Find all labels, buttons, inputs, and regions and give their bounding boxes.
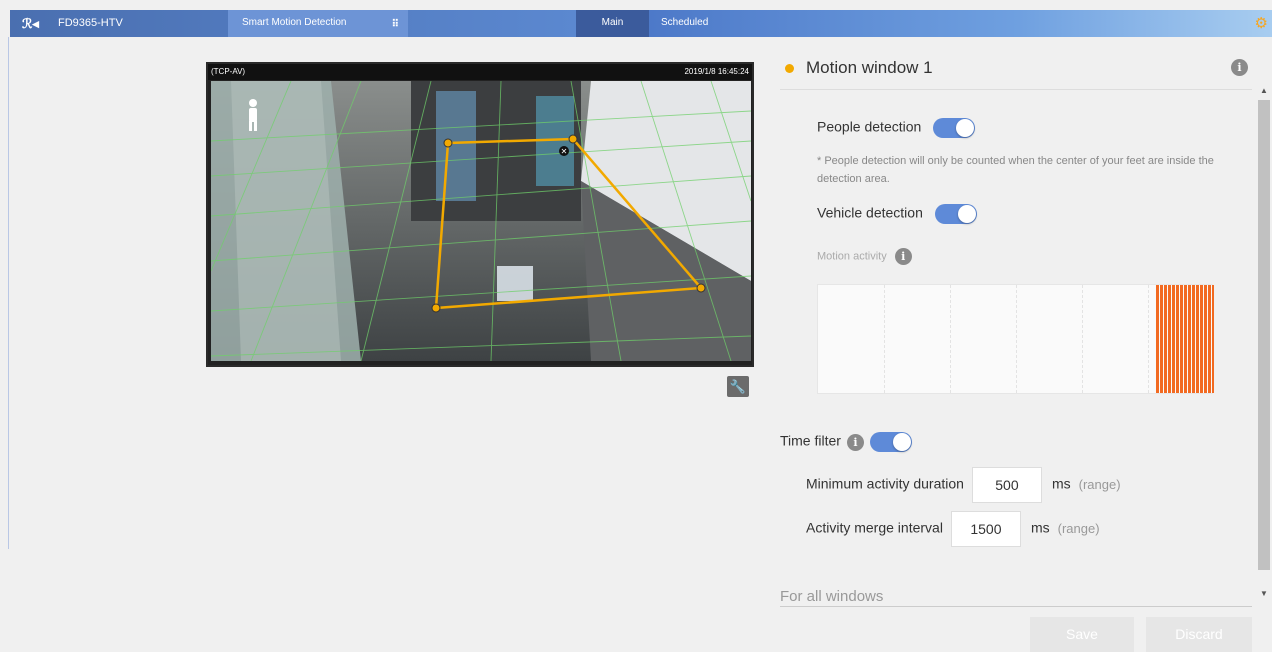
people-detection-toggle[interactable]: [933, 118, 976, 138]
tab-main[interactable]: Main: [576, 10, 649, 37]
activity-bar: [1188, 285, 1191, 393]
activity-gridline: [1016, 285, 1017, 393]
activity-bar: [1184, 285, 1187, 393]
vehicle-detection-toggle[interactable]: [934, 204, 977, 224]
scrollbar-thumb[interactable]: [1258, 100, 1270, 570]
people-detection-label: People detection: [817, 118, 922, 135]
tab-scheduled[interactable]: Scheduled: [649, 10, 724, 37]
time-filter-row: Time filter i: [780, 432, 912, 452]
left-divider: [8, 37, 9, 549]
app-selector[interactable]: Smart Motion Detection ⠿: [228, 10, 408, 37]
min-duration-row: Minimum activity duration ms (range): [806, 467, 1121, 503]
activity-bar: [1172, 285, 1175, 393]
app-name: Smart Motion Detection: [242, 17, 347, 28]
activity-bar: [1164, 285, 1167, 393]
activity-bar: [1208, 285, 1211, 393]
discard-button[interactable]: Discard: [1146, 617, 1252, 652]
min-duration-range: (range): [1078, 476, 1121, 492]
time-filter-label: Time filter: [780, 432, 841, 449]
min-duration-input[interactable]: [971, 467, 1042, 503]
merge-interval-input[interactable]: [950, 511, 1021, 547]
people-detection-note: * People detection will only be counted …: [817, 155, 1214, 185]
info-icon[interactable]: i: [1231, 59, 1248, 76]
motion-activity-label: Motion activity: [817, 250, 887, 263]
activity-bar: [1212, 285, 1214, 393]
merge-interval-range: (range): [1057, 520, 1100, 536]
motion-activity-chart: [817, 284, 1214, 394]
scroll-down-icon[interactable]: ▼: [1260, 589, 1268, 598]
motion-window-title: Motion window 1: [806, 58, 933, 77]
vivotek-logo: ℛ◂: [22, 16, 39, 31]
activity-bar: [1156, 285, 1159, 393]
vehicle-detection-label: Vehicle detection: [817, 204, 923, 221]
gear-icon[interactable]: ⚙: [1255, 14, 1268, 32]
window-color-dot: [785, 64, 794, 73]
activity-bar: [1204, 285, 1207, 393]
info-icon[interactable]: i: [894, 248, 912, 265]
activity-bar: [1192, 285, 1195, 393]
grid-icon[interactable]: ⠿: [392, 19, 399, 30]
live-view: (TCP-AV) 2019/1/8 16:45:24 ✕: [206, 62, 754, 367]
motion-activity-row: Motion activity i: [817, 248, 912, 265]
merge-interval-row: Activity merge interval ms (range): [806, 511, 1100, 547]
people-detection-row: People detection: [817, 118, 976, 138]
wrench-icon[interactable]: 🔧: [727, 376, 749, 397]
info-icon[interactable]: i: [846, 433, 864, 451]
motion-window-header: Motion window 1 i: [780, 58, 1252, 90]
camera-scene: ✕: [211, 81, 751, 361]
merge-interval-label: Activity merge interval: [806, 519, 943, 536]
activity-bar: [1180, 285, 1183, 393]
for-all-windows-header[interactable]: For all windows: [780, 588, 1252, 607]
activity-bar: [1176, 285, 1179, 393]
svg-text:✕: ✕: [561, 147, 568, 156]
activity-gridline: [950, 285, 951, 393]
vehicle-detection-row: Vehicle detection: [817, 204, 977, 224]
merge-interval-unit: ms: [1030, 519, 1050, 536]
time-filter-toggle[interactable]: [869, 432, 912, 452]
activity-gridline: [1082, 285, 1083, 393]
activity-bar: [1168, 285, 1171, 393]
activity-gridline: [1148, 285, 1149, 393]
activity-bars: [1156, 285, 1214, 393]
stream-label: (TCP-AV): [211, 67, 246, 76]
video-caption-bar: (TCP-AV) 2019/1/8 16:45:24: [208, 64, 752, 80]
top-bar: ℛ◂ FD9365-HTV Smart Motion Detection ⠿ M…: [10, 10, 1272, 37]
device-name: FD9365-HTV: [58, 17, 123, 29]
activity-gridline: [884, 285, 885, 393]
min-duration-unit: ms: [1051, 475, 1071, 492]
video-timestamp: 2019/1/8 16:45:24: [684, 67, 749, 76]
camera-image[interactable]: ✕: [211, 81, 751, 361]
activity-bar: [1160, 285, 1163, 393]
activity-bar: [1200, 285, 1203, 393]
panel-scrollbar[interactable]: ▲ ▼: [1257, 86, 1271, 602]
save-button[interactable]: Save: [1030, 617, 1134, 652]
activity-bar: [1196, 285, 1199, 393]
scroll-up-icon[interactable]: ▲: [1260, 86, 1268, 95]
min-duration-label: Minimum activity duration: [806, 475, 964, 492]
